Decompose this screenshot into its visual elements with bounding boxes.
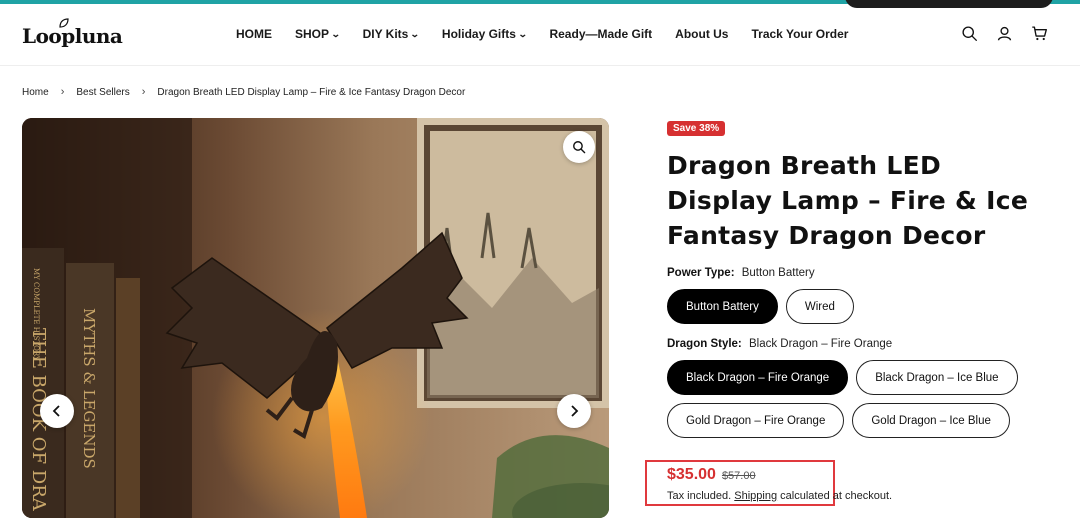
next-image-button[interactable] (557, 394, 591, 428)
prev-image-button[interactable] (40, 394, 74, 428)
nav-item-home[interactable]: HOME (236, 27, 272, 41)
chevron-right-icon (571, 405, 579, 417)
chevron-down-icon: ⌄ (330, 28, 341, 39)
option-gold-fire-orange[interactable]: Gold Dragon – Fire Orange (667, 403, 845, 438)
product-photo (22, 118, 609, 518)
account-icon[interactable] (996, 25, 1013, 42)
dragon-style-options: Black Dragon – Fire Orange Black Dragon … (667, 360, 1067, 438)
main-nav: HOME SHOP ⌄ DIY Kits ⌄ Holiday Gifts ⌄ Read… (236, 27, 871, 41)
power-type-label: Power Type: Button Battery (667, 267, 815, 279)
nav-item-track-order[interactable]: Track Your Order (751, 27, 848, 41)
chevron-down-icon: ⌄ (517, 28, 528, 39)
search-icon[interactable] (961, 25, 978, 42)
nav-item-diy-kits[interactable]: DIY Kits ⌄ (363, 27, 421, 41)
power-type-options: Button Battery Wired (667, 289, 1067, 324)
nav-item-about-us[interactable]: About Us (675, 27, 728, 41)
product-image-gallery[interactable]: MY COMPLETE HISTORY MYTHS & LEGENDS THE … (22, 118, 609, 518)
breadcrumb: Home › Best Sellers › Dragon Breath LED … (22, 86, 465, 98)
header-actions (961, 25, 1048, 42)
option-black-fire-orange[interactable]: Black Dragon – Fire Orange (667, 360, 849, 395)
nav-item-holiday-gifts[interactable]: Holiday Gifts ⌄ (442, 27, 528, 41)
logo-text: Loopluna (22, 24, 123, 48)
option-black-ice-blue[interactable]: Black Dragon – Ice Blue (856, 360, 1018, 395)
power-type-selected: Button Battery (741, 267, 815, 279)
breadcrumb-home[interactable]: Home (22, 87, 49, 98)
chevron-right-icon: › (141, 86, 146, 98)
tax-note: Tax included. Shipping calculated at che… (667, 490, 893, 502)
compare-price: $57.00 (721, 470, 756, 482)
option-button-battery[interactable]: Button Battery (667, 289, 778, 324)
dragon-style-selected: Black Dragon – Fire Orange (748, 338, 893, 350)
product-title: Dragon Breath LED Display Lamp – Fire & … (667, 151, 1029, 250)
chevron-right-icon: › (60, 86, 65, 98)
nav-item-shop[interactable]: SHOP ⌄ (295, 27, 341, 41)
nav-item-ready-made-gift[interactable]: Ready—Made Gift (549, 27, 652, 41)
dragon-style-label: Dragon Style: Black Dragon – Fire Orange (667, 338, 893, 350)
sale-badge: Save 38% (667, 121, 726, 136)
cart-icon[interactable] (1031, 25, 1048, 42)
book-spine-2: MYTHS & LEGENDS (80, 308, 98, 469)
logo-leaf-icon (59, 18, 69, 28)
option-gold-ice-blue[interactable]: Gold Dragon – Ice Blue (852, 403, 1010, 438)
breadcrumb-current: Dragon Breath LED Display Lamp – Fire & … (157, 86, 466, 98)
zoom-button[interactable] (563, 131, 595, 163)
chevron-left-icon (52, 405, 60, 417)
breadcrumb-best-sellers[interactable]: Best Sellers (76, 87, 129, 98)
product-info: Save 38% Dragon Breath LED Display Lamp … (667, 118, 1067, 438)
price: $35.00 $57.00 (667, 466, 756, 484)
brand-logo[interactable]: Loopluna (22, 18, 123, 53)
site-header: Loopluna HOME SHOP ⌄ DIY Kits ⌄ Holiday Gi… (0, 4, 1080, 66)
chevron-down-icon: ⌄ (410, 28, 421, 39)
option-wired[interactable]: Wired (785, 289, 854, 324)
zoom-icon (573, 141, 586, 154)
shipping-link[interactable]: Shipping (734, 490, 777, 502)
sale-price: $35.00 (667, 466, 716, 483)
